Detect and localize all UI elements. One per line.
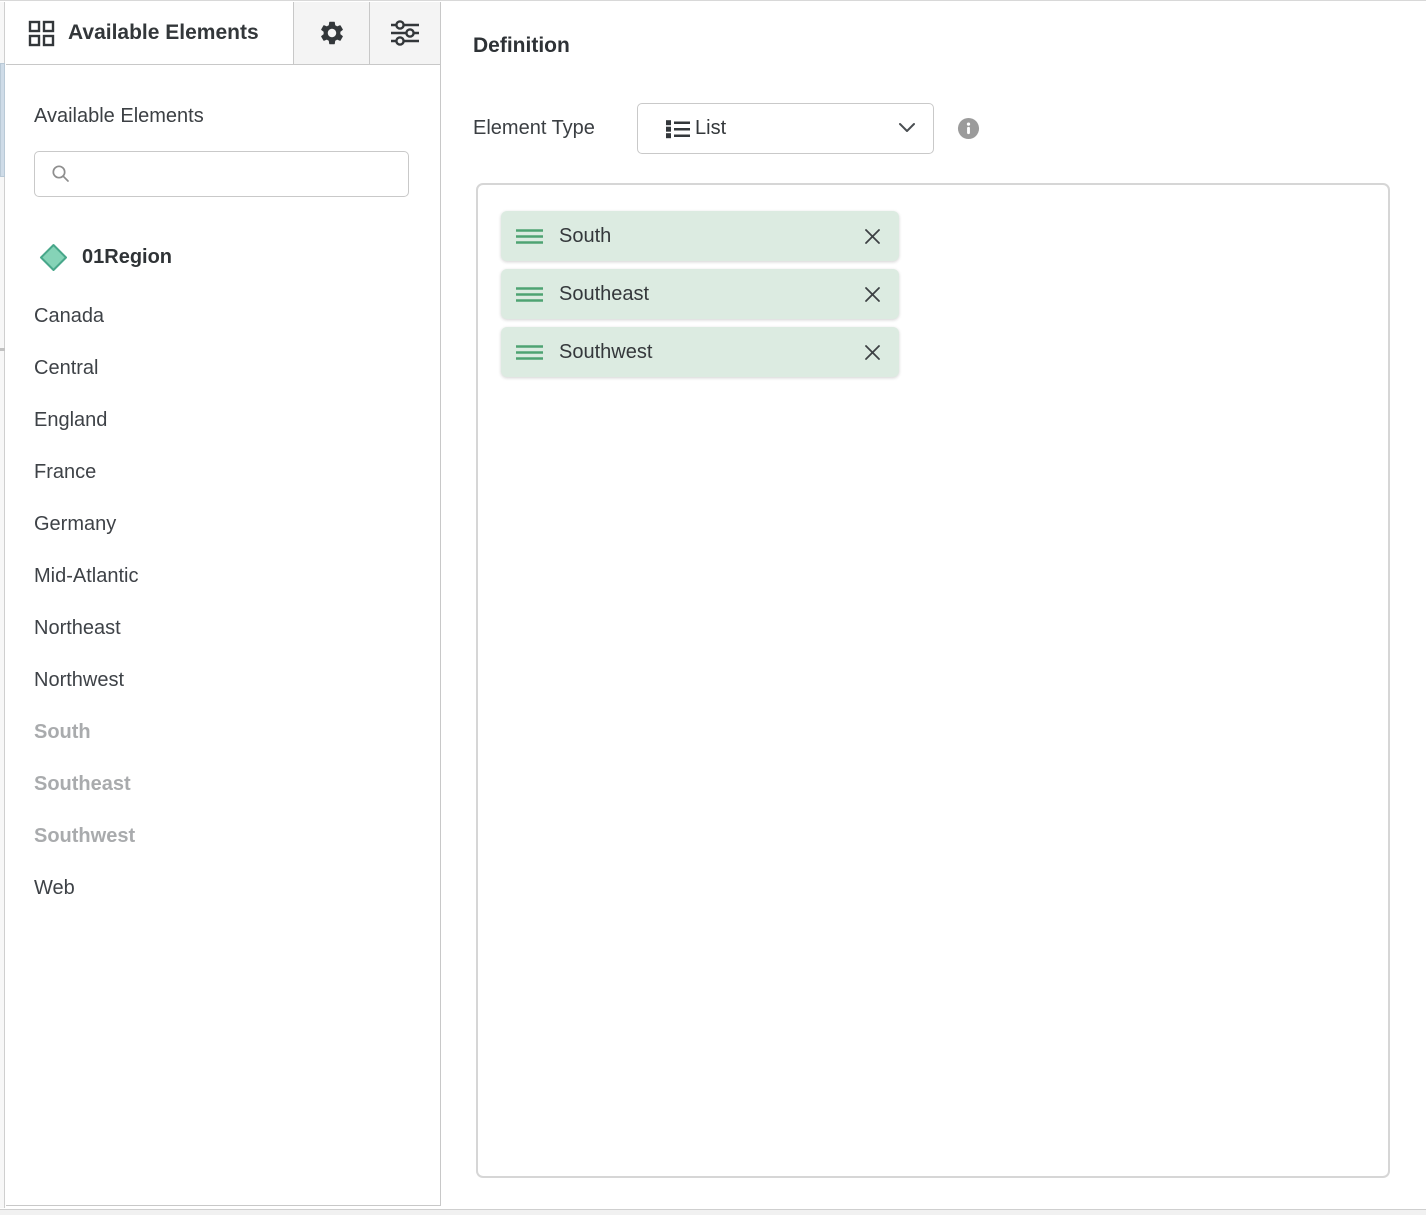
element-item[interactable]: Central [6,342,440,394]
element-item-label: Canada [34,305,104,328]
drag-handle-icon[interactable] [515,228,544,245]
definition-panel: Definition Element Type [442,2,1426,1208]
dimension-group-row[interactable]: 01Region [38,242,440,273]
element-item: Southeast [6,758,440,810]
search-input[interactable] [82,163,396,186]
list-icon [664,117,692,141]
diamond-icon [38,242,69,273]
scrollbar-thumb[interactable] [0,63,5,177]
element-item[interactable]: Northwest [6,654,440,706]
element-type-label: Element Type [473,117,637,140]
sliders-icon [388,18,422,48]
scrollbar-tick [0,348,5,351]
element-item[interactable]: Web [6,862,440,914]
element-item[interactable]: Mid-Atlantic [6,550,440,602]
element-item[interactable]: England [6,394,440,446]
available-elements-header: Available Elements [6,2,441,65]
element-item-label: Germany [34,513,116,536]
element-type-value: List [695,117,726,140]
filter-settings-button[interactable] [369,2,440,64]
element-item[interactable]: Canada [6,290,440,342]
selected-element-label: Southwest [559,341,652,364]
gear-icon [318,19,346,47]
panel-title: Available Elements [68,21,259,45]
bottom-edge-strip [0,1209,1426,1215]
element-item[interactable]: Germany [6,498,440,550]
drag-handle-icon[interactable] [515,344,544,361]
chevron-down-icon [898,120,916,138]
element-item[interactable]: Northeast [6,602,440,654]
remove-icon[interactable] [863,227,882,246]
definition-title: Definition [473,34,570,58]
element-item-label: Central [34,357,98,380]
element-list: Canada Central England France Germany [6,290,440,914]
left-scrollbar-gutter [0,2,5,1208]
element-item: South [6,706,440,758]
element-type-row: Element Type List [473,103,980,154]
element-item-label: Northeast [34,617,121,640]
definition-dropzone[interactable]: South [476,183,1390,1178]
element-item-label: Northwest [34,669,124,692]
element-type-dropdown[interactable]: List [637,103,934,154]
app-window: Available Elements [0,0,1426,1214]
selected-element-pill[interactable]: South [501,211,899,261]
element-item: Southwest [6,810,440,862]
available-elements-label: Available Elements [34,105,440,128]
element-item[interactable]: France [6,446,440,498]
grid-icon [28,20,55,47]
element-item-label: Web [34,877,75,900]
selected-element-pill[interactable]: Southeast [501,269,899,319]
selected-element-pill[interactable]: Southwest [501,327,899,377]
remove-icon[interactable] [863,285,882,304]
panel-title-area: Available Elements [6,2,293,64]
drag-handle-icon[interactable] [515,286,544,303]
element-item-label: France [34,461,96,484]
selected-element-label: Southeast [559,283,649,306]
available-elements-panel: Available Elements 01Region Can [6,65,441,1206]
selected-elements-list: South [478,185,1388,377]
element-item-label: Mid-Atlantic [34,565,138,588]
remove-icon[interactable] [863,343,882,362]
selected-element-label: South [559,225,611,248]
search-icon [50,163,72,185]
settings-button[interactable] [293,2,369,64]
element-item-label: England [34,409,107,432]
dimension-group-label: 01Region [82,246,172,269]
info-icon[interactable] [957,117,980,140]
element-item-label: Southwest [34,825,135,848]
search-box[interactable] [34,151,409,197]
element-item-label: South [34,721,91,744]
element-item-label: Southeast [34,773,131,796]
